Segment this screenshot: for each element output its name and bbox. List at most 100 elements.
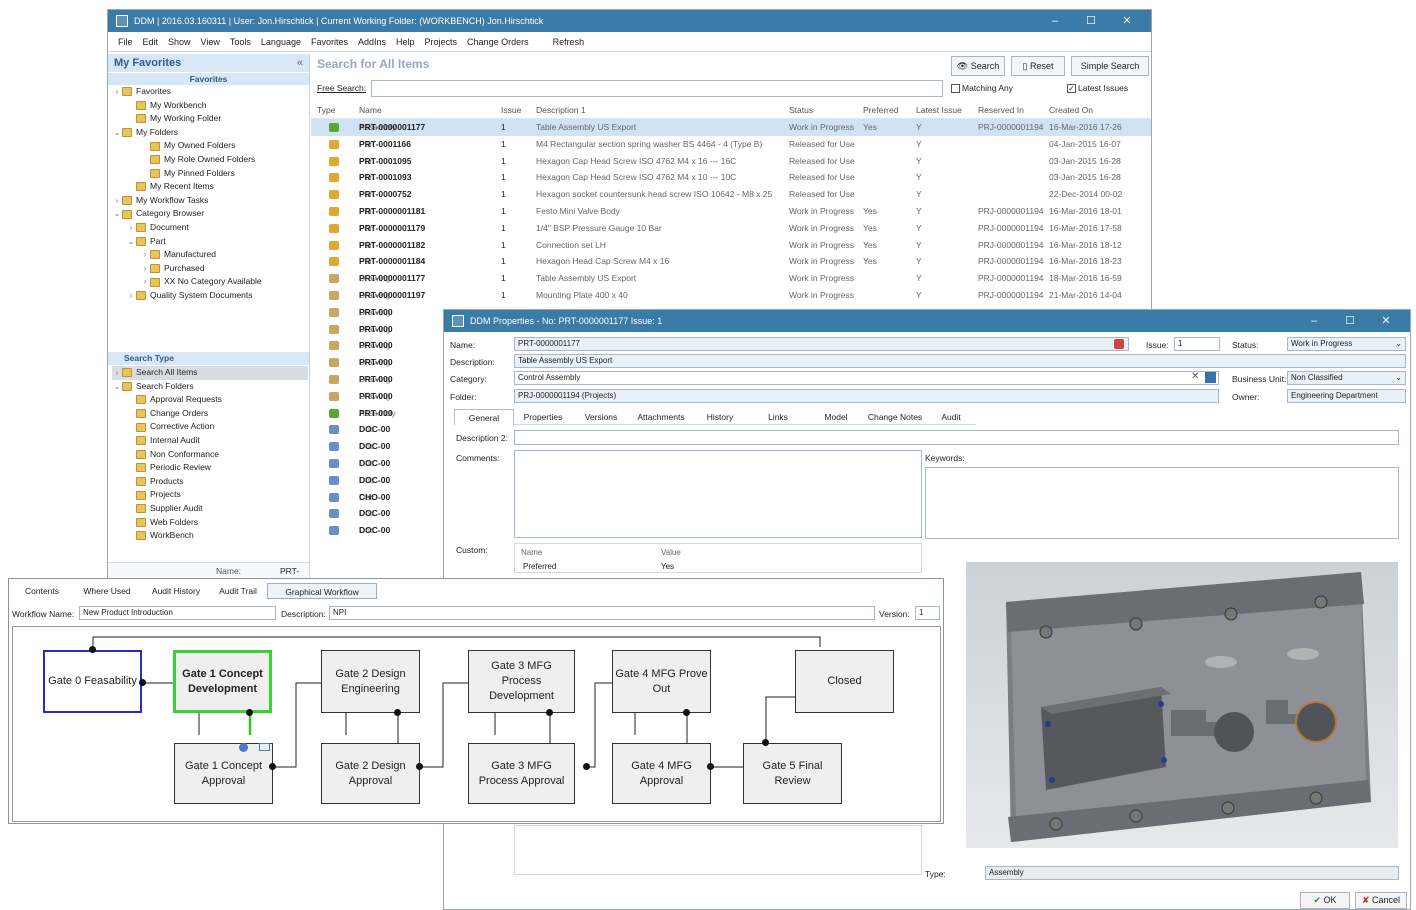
table-row[interactable]: Part PRT-0000001182 1 Connection set LH Work… — [311, 237, 1151, 254]
search-button[interactable]: 👁 Search — [951, 56, 1005, 76]
tab-audit-trail[interactable]: Audit Trail — [211, 583, 265, 599]
gate-4-mfg-approval-node[interactable]: Gate 4 MFG Approval — [612, 743, 711, 804]
table-row[interactable]: Part PRT-0000001179 1 1/4" BSP Pressure Gau… — [311, 220, 1151, 237]
column-header-issue[interactable]: Issue — [501, 102, 521, 119]
table-row[interactable]: Part PRT-0000001184 1 Hexagon Head Cap Scre… — [311, 253, 1151, 270]
table-row[interactable]: Drawing PRT-0000001197 1 Mounting Plate 400… — [311, 287, 1151, 304]
tab-attachments[interactable]: Attachments — [630, 409, 692, 425]
gate-2-design-engineering-node[interactable]: Gate 2 Design Engineering — [321, 650, 420, 713]
menu-item-refresh[interactable]: Refresh — [553, 37, 585, 47]
gate-3-mfg-process-approval-node[interactable]: Gate 3 MFG Process Approval — [468, 743, 575, 804]
tab-change-notes[interactable]: Change Notes — [864, 409, 926, 425]
keywords-field[interactable] — [925, 467, 1399, 539]
menu-item-tools[interactable]: Tools — [230, 37, 251, 47]
gate-5-final-review-node[interactable]: Gate 5 Final Review — [743, 743, 842, 804]
column-header-reserved-in[interactable]: Reserved In — [978, 102, 1024, 119]
chevron-right-icon[interactable]: › — [126, 221, 136, 235]
tree-item-my-pinned-folders[interactable]: My Pinned Folders — [112, 167, 309, 181]
tree-item-non-conformance[interactable]: Non Conformance — [112, 448, 308, 462]
tree-item-xx-no-category-available[interactable]: › XX No Category Available — [112, 275, 309, 289]
chevron-right-icon[interactable]: › — [140, 275, 150, 289]
column-header-created-on[interactable]: Created On — [1049, 102, 1093, 119]
gate-2-design-approval-node[interactable]: Gate 2 Design Approval — [321, 743, 420, 804]
menu-item-edit[interactable]: Edit — [143, 37, 159, 47]
tree-item-my-workflow-tasks[interactable]: › My Workflow Tasks — [112, 194, 309, 208]
chevron-down-icon[interactable]: ⌄ — [112, 126, 122, 140]
tree-item-search-folders[interactable]: ⌄ Search Folders — [112, 380, 308, 394]
category-field[interactable]: Control Assembly — [514, 371, 1219, 385]
business-unit-select[interactable]: Non Classified ⌄ — [1287, 371, 1406, 385]
tree-item-search-all-items[interactable]: › Search All Items — [112, 366, 308, 380]
tab-links[interactable]: Links — [748, 409, 808, 425]
tab-history[interactable]: History — [692, 409, 748, 425]
properties-close-icon[interactable]: ✕ — [1368, 310, 1404, 332]
table-row[interactable]: Part PRT-0001093 1 Hexagon Cap Head Screw I… — [311, 169, 1151, 186]
description2-field[interactable] — [514, 430, 1399, 445]
simple-search-button[interactable]: Simple Search — [1071, 56, 1149, 76]
table-row[interactable]: Part PRT-0001095 1 Hexagon Cap Head Screw I… — [311, 153, 1151, 170]
tree-item-my-folders[interactable]: ⌄ My Folders — [112, 126, 309, 140]
tree-item-supplier-audit[interactable]: Supplier Audit — [112, 502, 308, 516]
closed-node[interactable]: Closed — [795, 650, 894, 713]
gate-4-mfg-prove-out-node[interactable]: Gate 4 MFG Prove Out — [612, 650, 711, 713]
gate-1-concept-development-node[interactable]: Gate 1 Concept Development — [173, 650, 272, 713]
tree-item-manufactured[interactable]: › Manufactured — [112, 248, 309, 262]
chevron-right-icon[interactable]: › — [112, 194, 122, 208]
tree-item-workbench[interactable]: WorkBench — [112, 529, 308, 543]
tree-item-approval-requests[interactable]: Approval Requests — [112, 393, 308, 407]
column-header-latest-issue[interactable]: Latest Issue — [916, 102, 962, 119]
menu-item-help[interactable]: Help — [396, 37, 415, 47]
custom-grid[interactable]: Name Value Preferred Yes — [514, 543, 922, 573]
minimize-icon[interactable]: – — [1037, 10, 1073, 32]
mail-icon[interactable] — [259, 743, 270, 751]
properties-maximize-icon[interactable]: ☐ — [1332, 310, 1368, 332]
latest-issues-checkbox[interactable]: ✓ Latest Issues — [1067, 83, 1128, 94]
cancel-button[interactable]: ✘ Cancel — [1355, 892, 1407, 909]
info-icon[interactable] — [239, 743, 248, 752]
chevron-down-icon[interactable]: ⌄ — [112, 380, 122, 394]
collapse-icon[interactable]: « — [297, 54, 303, 72]
free-search-input[interactable] — [371, 80, 943, 97]
tree-item-part[interactable]: ⌄ Part — [112, 235, 309, 249]
tab-audit-history[interactable]: Audit History — [143, 583, 209, 599]
gate-3-mfg-process-development-node[interactable]: Gate 3 MFG Process Development — [468, 650, 575, 713]
column-header-name[interactable]: Name — [359, 102, 382, 119]
column-header-preferred[interactable]: Preferred — [863, 102, 898, 119]
tree-item-change-orders[interactable]: Change Orders — [112, 407, 308, 421]
tab-properties[interactable]: Properties — [514, 409, 572, 425]
tree-item-projects[interactable]: Projects — [112, 488, 308, 502]
tree-item-corrective-action[interactable]: Corrective Action — [112, 420, 308, 434]
chevron-right-icon[interactable]: › — [140, 262, 150, 276]
close-icon[interactable]: ✕ — [1109, 10, 1145, 32]
column-header-type[interactable]: Type — [317, 102, 335, 119]
tree-item-my-recent-items[interactable]: My Recent Items — [112, 180, 309, 194]
menu-item-show[interactable]: Show — [168, 37, 191, 47]
tab-model[interactable]: Model — [808, 409, 864, 425]
tab-contents[interactable]: Contents — [13, 583, 71, 599]
tree-item-web-folders[interactable]: Web Folders — [112, 516, 308, 530]
gate-0-feasability-node[interactable]: Gate 0 Feasability — [43, 650, 142, 713]
tree-item-internal-audit[interactable]: Internal Audit — [112, 434, 308, 448]
table-row[interactable]: Assembly PRT-0000001177 1 Table Assembly US… — [311, 119, 1151, 136]
menu-item-file[interactable]: File — [118, 37, 133, 47]
tab-audit[interactable]: Audit — [926, 409, 976, 425]
clear-icon[interactable]: ✕ — [1191, 371, 1199, 382]
chevron-right-icon[interactable]: › — [126, 289, 136, 303]
tree-item-my-workbench[interactable]: My Workbench — [112, 99, 309, 113]
table-row[interactable]: Part PRT-0000752 1 Hexagon socket countersu… — [311, 186, 1151, 203]
tree-item-products[interactable]: Products — [112, 475, 308, 489]
tree-item-quality-system-documents[interactable]: › Quality System Documents — [112, 289, 309, 303]
chevron-down-icon[interactable]: ⌄ — [112, 207, 122, 221]
gate-1-concept-approval-node[interactable]: Gate 1 Concept Approval — [174, 743, 273, 804]
tree-item-my-working-folder[interactable]: My Working Folder — [112, 112, 309, 126]
properties-minimize-icon[interactable]: – — [1296, 310, 1332, 332]
table-row[interactable]: Drawing PRT-0000001177 1 Table Assembly US … — [311, 270, 1151, 287]
tree-item-category-browser[interactable]: ⌄ Category Browser — [112, 207, 309, 221]
issue-field[interactable]: 1 — [1174, 337, 1220, 351]
column-header-description-1[interactable]: Description 1 — [536, 102, 586, 119]
owner-field[interactable]: Engineering Department — [1287, 389, 1406, 403]
tree-item-document[interactable]: › Document — [112, 221, 309, 235]
workflow-name-field[interactable]: New Product Introduction — [79, 606, 276, 620]
tree-item-favorites[interactable]: › Favorites — [112, 85, 309, 99]
tree-item-my-role-owned-folders[interactable]: My Role Owned Folders — [112, 153, 309, 167]
